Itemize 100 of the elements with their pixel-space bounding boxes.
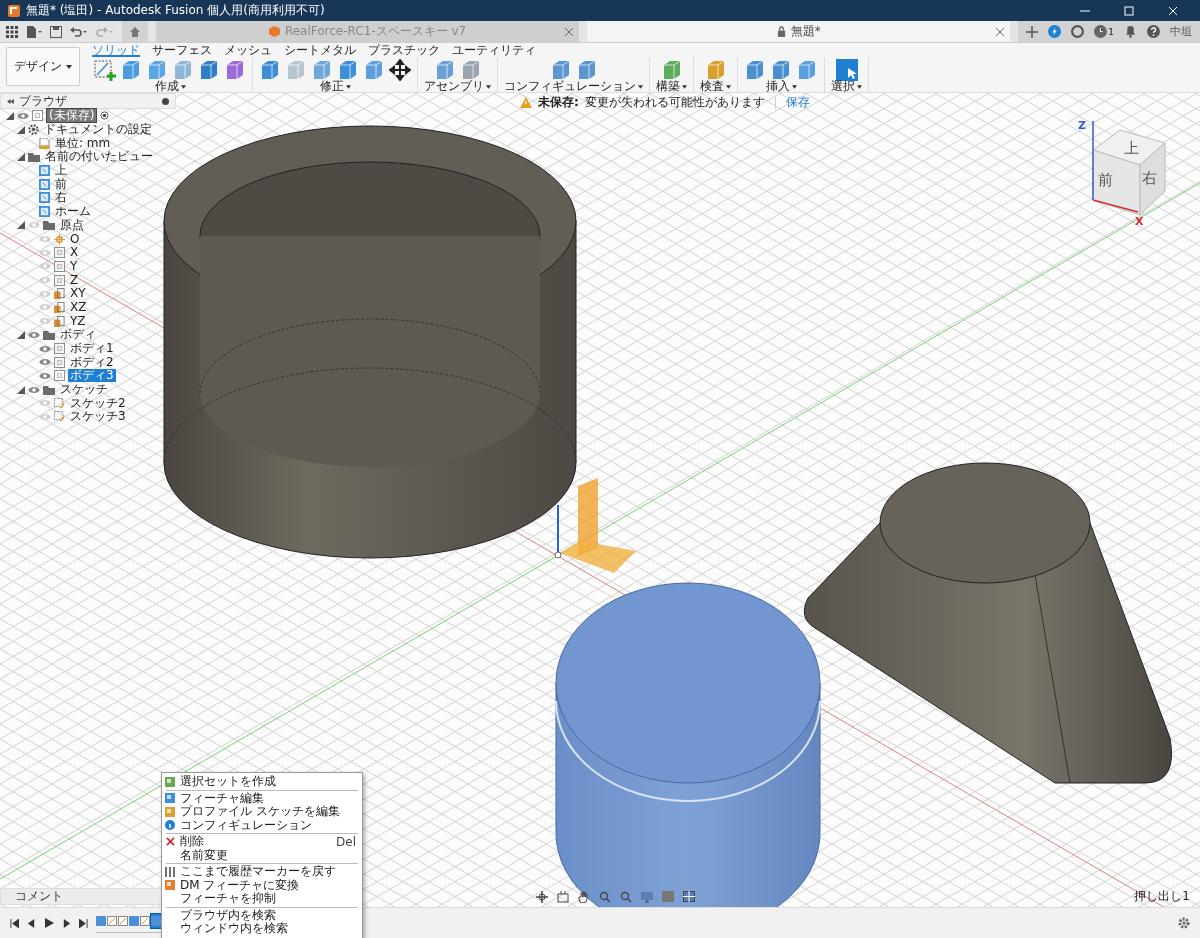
browser-item[interactable]: 上 — [53, 164, 69, 178]
eye-icon[interactable] — [28, 330, 40, 339]
save-link[interactable]: 保存 — [785, 94, 810, 111]
browser-item[interactable]: XZ — [68, 300, 89, 314]
ribbon-tab[interactable]: ユーティリティ — [452, 43, 536, 57]
browser-item[interactable]: ボディ2 — [68, 355, 116, 369]
settings-icon[interactable] — [1178, 917, 1190, 929]
skip-start-icon[interactable] — [10, 918, 19, 928]
file-icon[interactable] — [26, 25, 42, 38]
play-icon[interactable] — [44, 918, 54, 928]
menu-item[interactable]: 選択セットを作成 — [162, 775, 362, 789]
step-forward-icon[interactable] — [62, 918, 71, 928]
browser-item[interactable]: ホーム — [53, 205, 93, 219]
view-cube-label[interactable]: 前 — [1098, 171, 1113, 189]
menu-item[interactable]: ここまで履歴マーカーを戻す — [162, 865, 362, 879]
eye-icon[interactable] — [17, 111, 29, 120]
tool-group-menu[interactable]: 構築 — [656, 80, 687, 93]
move-icon[interactable] — [389, 58, 411, 81]
tool-group-menu[interactable]: 修正 — [319, 80, 351, 93]
expand-triangle-icon[interactable] — [17, 221, 25, 230]
workspace-dropdown[interactable]: デザイン — [6, 47, 80, 86]
redo-icon[interactable] — [96, 25, 114, 38]
viewports-icon[interactable] — [683, 891, 695, 903]
menu-item[interactable]: ブラウザ内を検索 — [162, 908, 362, 922]
browser-item[interactable]: ボディ1 — [68, 342, 116, 356]
close-icon[interactable] — [996, 27, 1005, 36]
ribbon-tab[interactable]: プラスチック — [368, 43, 440, 57]
browser-item[interactable]: 単位: mm — [53, 136, 113, 150]
sketch-icon[interactable] — [94, 58, 116, 81]
look-at-icon[interactable] — [557, 891, 569, 903]
hand-pan-icon[interactable] — [578, 891, 590, 903]
clock-icon[interactable] — [1094, 25, 1108, 38]
browser-item[interactable]: XY — [68, 287, 88, 301]
skip-end-icon[interactable] — [79, 918, 88, 928]
browser-item[interactable]: X — [68, 246, 81, 260]
undo-icon[interactable] — [70, 25, 88, 38]
tool-group-menu[interactable]: 作成 — [154, 80, 186, 93]
menu-item[interactable]: 名前変更 — [162, 848, 362, 862]
browser-item[interactable]: 前 — [53, 177, 69, 191]
menu-item[interactable]: ウィンドウ内を検索 — [162, 922, 362, 936]
menu-item[interactable]: フィーチャ編集 — [162, 791, 362, 805]
expand-triangle-icon[interactable] — [17, 152, 25, 161]
browser-item[interactable]: 原点 — [58, 218, 86, 232]
timeline-sketch-item[interactable] — [140, 914, 150, 928]
ribbon-tab[interactable]: サーフェス — [152, 43, 212, 57]
browser-item[interactable]: ドキュメントの設定 — [42, 123, 154, 137]
cylinder-ring-drawing[interactable] — [163, 125, 577, 559]
zoom-icon[interactable] — [599, 891, 611, 903]
expand-triangle-icon[interactable] — [17, 385, 25, 394]
zoom-window-icon[interactable] — [620, 891, 632, 903]
browser-item[interactable]: 名前の付いたビュー — [43, 150, 155, 164]
browser-item[interactable]: ボディ — [58, 328, 98, 342]
maximize-icon[interactable] — [1124, 5, 1134, 16]
timeline-sketch-item[interactable] — [107, 914, 117, 928]
eye-icon[interactable] — [39, 358, 51, 367]
browser-item[interactable]: スケッチ — [58, 383, 110, 397]
menu-item[interactable]: 削除 Del — [162, 835, 362, 849]
plus-icon[interactable] — [1026, 25, 1039, 38]
step-back-icon[interactable] — [27, 918, 36, 928]
eye-icon[interactable] — [28, 385, 40, 394]
grid-menu-icon[interactable] — [6, 25, 18, 38]
lightning-icon[interactable] — [1048, 25, 1062, 38]
ribbon-tab[interactable]: シートメタル — [284, 43, 356, 57]
eye-icon[interactable] — [39, 344, 51, 353]
save-icon[interactable] — [50, 25, 62, 38]
pin-icon[interactable] — [162, 97, 169, 105]
ribbon-tab[interactable]: メッシュ — [224, 43, 272, 57]
radio-icon[interactable] — [100, 111, 110, 121]
view-cube-drawing[interactable] — [1092, 120, 1166, 216]
eye-icon[interactable] — [39, 371, 51, 380]
menu-item[interactable]: プロファイル スケッチを編集 — [162, 805, 362, 819]
browser-item[interactable]: 右 — [53, 191, 69, 205]
bell-icon[interactable] — [1124, 25, 1137, 38]
user-name[interactable]: 中垣 — [1170, 24, 1192, 39]
timeline-body-item[interactable] — [96, 914, 106, 928]
browser-item[interactable]: スケッチ2 — [68, 396, 128, 410]
timeline-body-item[interactable] — [129, 914, 139, 928]
tool-group-menu[interactable]: アセンブリ — [424, 80, 491, 93]
menu-item[interactable]: コンフィギュレーション — [162, 818, 362, 832]
document-tab[interactable]: 無題* — [587, 21, 1011, 42]
timeline-sketch-item[interactable] — [118, 914, 128, 928]
browser-item[interactable]: ボディ3 — [68, 369, 116, 383]
collapse-icon[interactable] — [7, 98, 14, 104]
display-icon[interactable] — [641, 891, 653, 903]
browser-item[interactable]: (未保存) — [46, 108, 98, 124]
tool-group-menu[interactable]: 検査 — [700, 80, 731, 93]
expand-triangle-icon[interactable] — [17, 330, 25, 339]
tool-group-menu[interactable]: 挿入 — [765, 80, 797, 93]
browser-item[interactable]: Y — [68, 259, 80, 273]
elliptical-extrusion-drawing[interactable] — [555, 582, 821, 907]
home-button[interactable] — [122, 21, 148, 42]
browser-item[interactable]: Z — [68, 273, 81, 287]
select-icon[interactable] — [835, 58, 858, 81]
view-cube-label[interactable]: 右 — [1142, 169, 1157, 187]
view-cube-label[interactable]: 上 — [1124, 139, 1139, 157]
help-icon[interactable] — [1147, 25, 1160, 38]
browser-item[interactable]: スケッチ3 — [68, 410, 128, 424]
orbit-icon[interactable] — [536, 891, 548, 903]
browser-item[interactable]: O — [68, 232, 82, 246]
tool-group-menu[interactable]: 選択 — [831, 80, 862, 93]
